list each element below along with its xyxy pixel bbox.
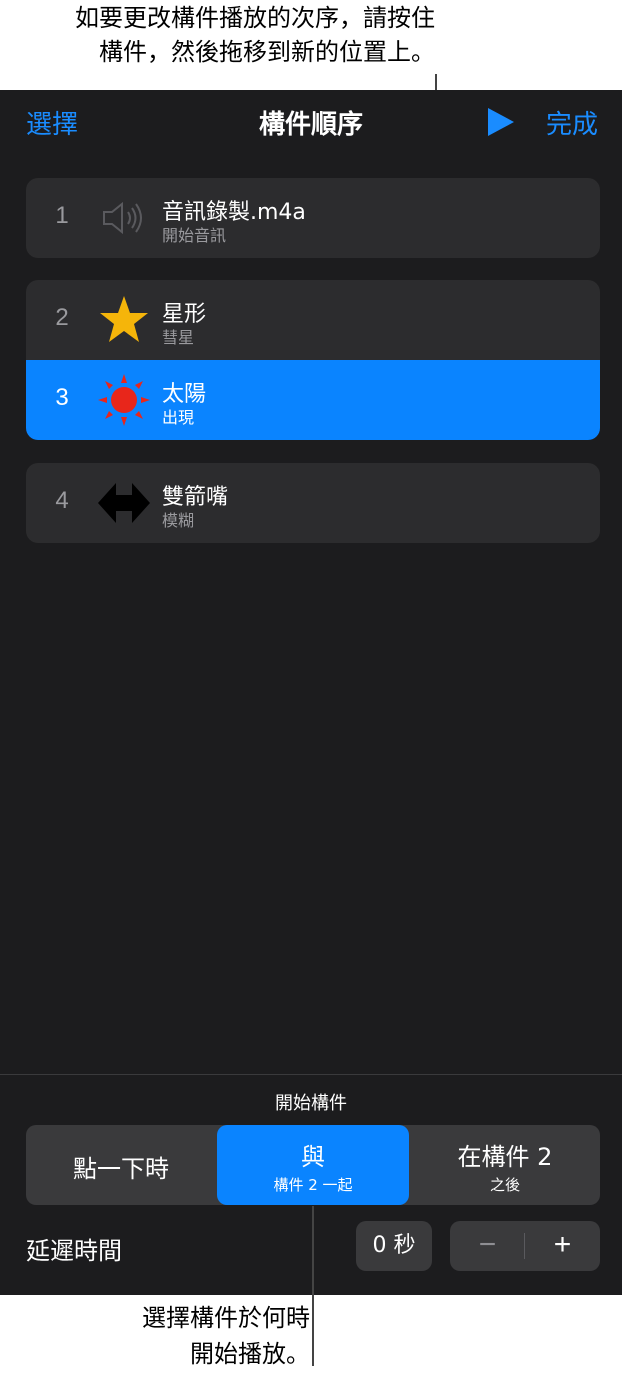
start-segmented-control: 點一下時 與 構件 2 一起 在構件 2 之後 [26, 1125, 600, 1205]
start-on-tap-option[interactable]: 點一下時 [26, 1125, 216, 1205]
build-order-panel: 選擇 構件順序 完成 1 音訊錄製.m4a 開始音訊 2 星形 彗星 3 太陽 … [0, 90, 622, 1295]
callout-leader-bottom [312, 1206, 314, 1366]
delay-value-field[interactable]: 0 秒 [356, 1221, 432, 1271]
build-effect: 彗星 [162, 328, 195, 347]
build-number: 1 [55, 202, 69, 229]
build-effect: 出現 [162, 408, 195, 427]
build-row-1[interactable]: 1 音訊錄製.m4a 開始音訊 [26, 178, 600, 258]
build-effect: 開始音訊 [162, 226, 227, 245]
option-label: 點一下時 [73, 1155, 169, 1183]
build-effect: 模糊 [162, 511, 195, 530]
build-row-3[interactable]: 3 太陽 出現 [26, 360, 600, 440]
option-sublabel: 構件 2 一起 [273, 1176, 353, 1194]
build-number: 4 [55, 487, 69, 514]
callout-start-timing-line2: 開始播放。 [190, 1340, 310, 1368]
callout-reorder: 如要更改構件播放的次序，請按住 構件，然後拖移到新的位置上。 [0, 0, 560, 80]
start-build-controls: 開始構件 點一下時 與 構件 2 一起 在構件 2 之後 延遲時間 0 秒 − … [0, 1074, 622, 1295]
page-title: 構件順序 [258, 110, 363, 140]
delay-label: 延遲時間 [26, 1237, 122, 1265]
delay-stepper: − + [450, 1221, 600, 1271]
callout-reorder-line1: 如要更改構件播放的次序，請按住 [75, 4, 435, 32]
callout-start-timing-line1: 選擇構件於何時 [142, 1304, 310, 1332]
start-after-build-option[interactable]: 在構件 2 之後 [410, 1125, 600, 1205]
nav-bar: 選擇 構件順序 完成 [0, 90, 622, 154]
done-button[interactable]: 完成 [546, 104, 598, 141]
callout-reorder-line2: 構件，然後拖移到新的位置上。 [99, 38, 435, 66]
start-with-build-option[interactable]: 與 構件 2 一起 [217, 1125, 409, 1205]
speaker-icon [103, 201, 142, 235]
play-icon[interactable] [486, 108, 516, 136]
increment-button[interactable]: + [525, 1221, 600, 1271]
decrement-button[interactable]: − [450, 1221, 525, 1271]
callout-start-timing: 選擇構件於何時 開始播放。 [0, 1300, 310, 1372]
option-label: 與 [301, 1143, 325, 1171]
option-label: 在構件 2 [457, 1143, 553, 1171]
build-number: 3 [55, 384, 69, 411]
sun-icon [98, 374, 150, 426]
star-icon [100, 296, 148, 342]
option-sublabel: 之後 [489, 1176, 520, 1194]
build-number: 2 [55, 304, 69, 331]
build-row-4[interactable]: 4 雙箭嘴 模糊 [26, 463, 600, 543]
build-row-2[interactable]: 2 星形 彗星 [26, 280, 600, 360]
start-build-label: 開始構件 [275, 1093, 347, 1114]
double-arrow-icon [98, 483, 150, 523]
